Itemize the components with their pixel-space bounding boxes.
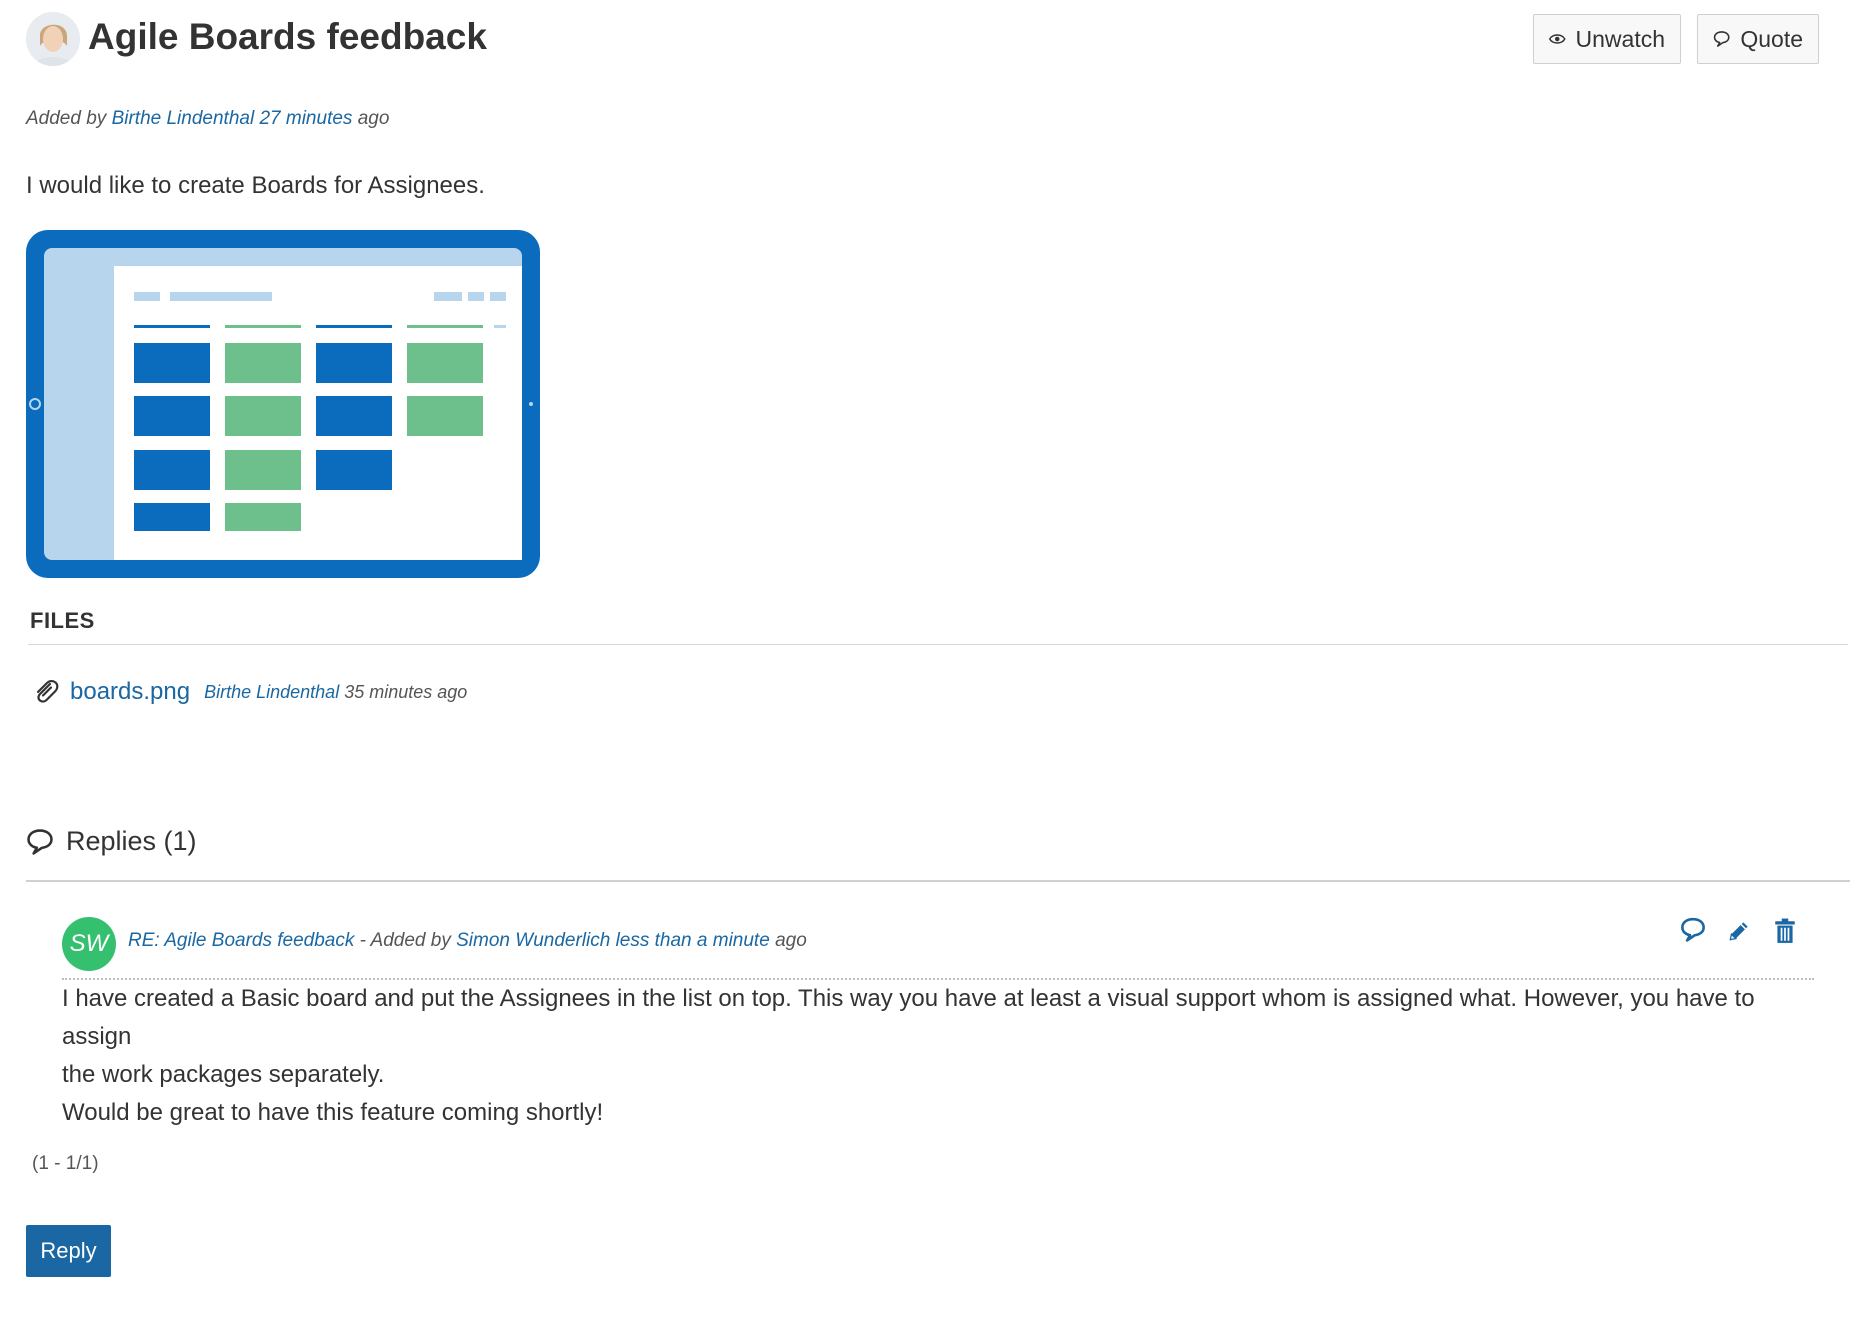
reply-time-link[interactable]: less than a minute (616, 930, 770, 951)
reply-quote-button[interactable] (1680, 916, 1706, 946)
paperclip-icon (36, 679, 59, 703)
divider (28, 644, 1848, 645)
message-body: I would like to create Boards for Assign… (26, 172, 485, 199)
quote-label: Quote (1740, 25, 1803, 52)
file-author-link[interactable]: Birthe Lindenthal (204, 682, 339, 702)
page-title: Agile Boards feedback (88, 16, 487, 57)
reply-body: I have created a Basic board and put the… (62, 980, 1822, 1132)
reply-button[interactable]: Reply (26, 1225, 111, 1277)
pencil-icon (1729, 922, 1748, 941)
author-avatar (26, 12, 80, 66)
pagination-info: (1 - 1/1) (32, 1153, 99, 1174)
speech-bubble-icon (27, 828, 53, 855)
reply-separator: - Added by (354, 930, 457, 951)
boards-illustration (26, 230, 540, 578)
reply-edit-button[interactable] (1726, 916, 1752, 946)
meta-suffix: ago (357, 108, 390, 129)
unwatch-label: Unwatch (1575, 25, 1665, 52)
reply-author-link[interactable]: Simon Wunderlich (456, 930, 610, 951)
file-meta: Birthe Lindenthal 35 minutes ago (204, 682, 467, 703)
message-meta: Added by Birthe Lindenthal 27 minutes ag… (26, 108, 389, 130)
file-time: 35 minutes ago (344, 681, 468, 702)
files-heading: FILES (30, 608, 95, 633)
unwatch-button[interactable]: Unwatch (1533, 14, 1681, 64)
reply-meta-suffix: ago (775, 930, 807, 951)
trash-icon (1775, 918, 1795, 943)
eye-icon (1549, 34, 1566, 44)
reply-actions (1680, 916, 1798, 946)
author-link[interactable]: Birthe Lindenthal (112, 108, 255, 129)
divider (26, 880, 1850, 882)
reply-subject-link[interactable]: RE: Agile Boards feedback (128, 930, 354, 951)
meta-prefix: Added by (26, 108, 107, 129)
speech-bubble-icon (1713, 31, 1730, 47)
reply-body-line: Would be great to have this feature comi… (62, 1099, 604, 1126)
quote-button[interactable]: Quote (1697, 14, 1819, 64)
file-link[interactable]: boards.png (70, 678, 190, 706)
replies-header: Replies (1) (26, 826, 197, 857)
replies-heading: Replies (1) (66, 826, 197, 856)
reply-body-line: I have created a Basic board and put the… (62, 985, 1755, 1050)
file-item: boards.png Birthe Lindenthal 35 minutes … (32, 678, 467, 706)
reply-delete-button[interactable] (1772, 916, 1798, 946)
time-link[interactable]: 27 minutes (259, 108, 352, 129)
reply-meta: RE: Agile Boards feedback - Added by Sim… (128, 930, 807, 952)
reply-avatar: SW (62, 917, 116, 971)
reply-body-line: the work packages separately. (62, 1061, 385, 1088)
speech-bubble-icon (1681, 917, 1705, 942)
